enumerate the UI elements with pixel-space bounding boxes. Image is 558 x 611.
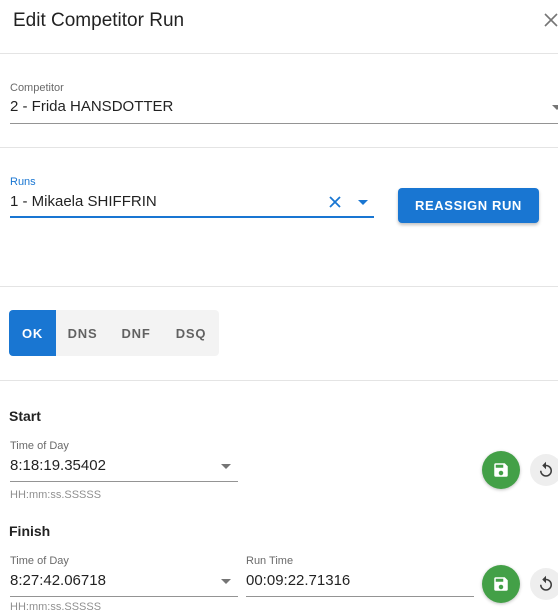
status-dsq-button[interactable]: DSQ (163, 310, 219, 356)
save-icon (494, 463, 508, 477)
dropdown-arrow-icon[interactable] (221, 464, 231, 469)
start-time-label: Time of Day (10, 440, 69, 452)
reset-icon (540, 461, 552, 477)
status-dns-button[interactable]: DNS (56, 310, 109, 356)
finish-time-underline (10, 596, 238, 597)
competitor-label: Competitor (10, 82, 64, 94)
dropdown-arrow-icon[interactable] (358, 200, 368, 205)
status-ok-button[interactable]: OK (9, 310, 56, 356)
status-toggle-group: OK DNS DNF DSQ (9, 310, 219, 356)
finish-reset-button[interactable] (530, 568, 558, 600)
finish-section-title: Finish (9, 523, 51, 539)
runs-underline (10, 216, 374, 218)
divider (0, 53, 558, 54)
divider (0, 147, 558, 148)
start-reset-button[interactable] (530, 454, 558, 486)
start-time-underline (10, 481, 238, 482)
reassign-run-button[interactable]: REASSIGN RUN (398, 188, 539, 223)
finish-time-label: Time of Day (10, 555, 69, 567)
start-section-title: Start (9, 408, 41, 424)
finish-time-helper: HH:mm:ss.SSSSS (10, 601, 102, 611)
finish-save-button[interactable] (482, 565, 520, 603)
status-dnf-button[interactable]: DNF (109, 310, 163, 356)
run-time-label: Run Time (246, 555, 294, 567)
dropdown-arrow-icon[interactable] (221, 579, 231, 584)
start-time-value[interactable]: 8:18:19.35402 (10, 457, 106, 474)
divider (0, 286, 558, 287)
dropdown-arrow-icon[interactable] (552, 105, 558, 110)
run-time-value[interactable]: 00:09:22.71316 (246, 572, 350, 589)
competitor-value[interactable]: 2 - Frida HANSDOTTER (10, 98, 173, 115)
clear-icon[interactable] (328, 195, 342, 209)
divider (0, 380, 558, 381)
close-icon[interactable] (542, 11, 558, 29)
dialog-title: Edit Competitor Run (13, 10, 185, 31)
finish-time-value[interactable]: 8:27:42.06718 (10, 572, 106, 589)
competitor-underline (10, 123, 558, 124)
save-icon (494, 577, 508, 591)
run-time-underline (246, 596, 474, 597)
start-time-helper: HH:mm:ss.SSSSS (10, 489, 102, 501)
reset-icon (540, 575, 552, 591)
start-save-button[interactable] (482, 451, 520, 489)
runs-value[interactable]: 1 - Mikaela SHIFFRIN (10, 193, 157, 210)
runs-label: Runs (10, 176, 36, 188)
